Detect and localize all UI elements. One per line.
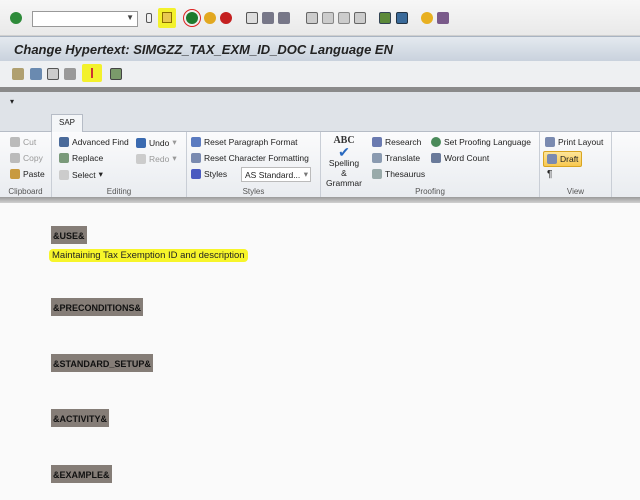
hierarchy-icon[interactable] [64,68,76,80]
spelling-grammar-button[interactable]: ABC ✔ Spelling & Grammar [325,135,363,188]
proofing-group: ABC ✔ Spelling & Grammar Research Transl… [321,132,540,198]
system-toolbar: ▼ [0,0,640,36]
cancel-icon[interactable] [220,12,232,24]
section-tag-example: &EXAMPLE& [51,465,112,483]
cut-button[interactable]: Cut [10,137,36,147]
collapse-icon[interactable] [146,13,152,23]
undo-button[interactable]: Undo ▾ [136,137,177,148]
styles-group: Reset Paragraph Format Reset Character F… [187,132,321,198]
select-button[interactable]: Select ▾ [59,169,103,180]
proofing-label: Proofing [415,187,445,196]
section-tag-activity: &ACTIVITY& [51,409,109,427]
reset-paragraph-format-button[interactable]: Reset Paragraph Format [191,137,298,147]
binoculars-icon [59,137,69,147]
character-reset-icon [191,153,201,163]
clipboard-group: Cut Copy Paste Clipboard [0,132,52,198]
document-icon[interactable] [47,68,59,80]
thesaurus-button[interactable]: Thesaurus [372,169,425,179]
section-tag-preconditions: &PRECONDITIONS& [51,298,144,316]
paste-button[interactable]: Paste [10,169,45,179]
view-label: View [566,187,585,196]
use-text: Maintaining Tax Exemption ID and descrip… [49,249,248,262]
print-icon[interactable] [246,12,258,24]
tab-sap[interactable]: SAP [51,114,83,132]
new-session-icon[interactable] [379,12,391,24]
research-button[interactable]: Research [372,137,421,147]
redo-icon [136,153,146,164]
print-layout-button[interactable]: Print Layout [545,137,603,147]
ribbon-tabs [0,112,640,131]
paste-icon [10,169,20,179]
paragraph-reset-icon [191,137,201,147]
application-toolbar [0,61,640,87]
replace-button[interactable]: Replace [59,153,103,163]
copy-button[interactable]: Copy [10,153,43,163]
quick-access-toolbar: ▾ [0,92,640,112]
last-page-icon[interactable] [354,12,366,24]
checkmark-icon: ✔ [338,144,350,160]
replace-icon [59,153,69,163]
thesaurus-icon [372,169,382,179]
command-field[interactable]: ▼ [32,11,138,27]
activate-icon[interactable] [82,64,102,82]
reset-character-formatting-button[interactable]: Reset Character Formatting [191,153,309,163]
advanced-find-button[interactable]: Advanced Find [59,137,129,147]
help-icon[interactable] [421,12,433,24]
find-icon[interactable] [262,12,274,24]
translate-button[interactable]: Translate [372,153,420,163]
ribbon: Cut Copy Paste Clipboard Advanced Find R… [0,131,640,198]
styles-label: Styles [242,187,265,196]
next-page-icon[interactable] [338,12,350,24]
shortcut-icon[interactable] [396,12,408,24]
styles-icon [191,169,201,179]
draft-button[interactable]: Draft [543,151,583,167]
insert-icon[interactable] [110,68,122,80]
style-select[interactable]: AS Standard... ▾ [241,167,311,182]
research-icon [372,137,382,147]
word-count-icon [431,153,441,163]
globe-icon [431,137,441,147]
layout-icon[interactable] [437,12,449,24]
prev-page-icon[interactable] [322,12,334,24]
styles-button[interactable]: Styles [191,169,227,179]
chevron-down-icon[interactable]: ▼ [126,13,134,22]
page-title: Change Hypertext: SIMGZZ_TAX_EXM_ID_DOC … [14,42,393,57]
section-tag-standard-setup: &STANDARD_SETUP& [51,354,153,372]
first-page-icon[interactable] [306,12,318,24]
set-proofing-language-button[interactable]: Set Proofing Language [431,137,531,147]
show-formatting-button[interactable]: ¶ [547,169,552,180]
copy-icon [10,153,20,163]
save-icon[interactable] [158,8,176,28]
undo-icon [136,137,146,148]
translate-icon [372,153,382,163]
exit-icon[interactable] [204,12,216,24]
title-bar: Change Hypertext: SIMGZZ_TAX_EXM_ID_DOC … [0,36,640,61]
view-group: Print Layout Draft ¶ View [540,132,612,198]
find-next-icon[interactable] [278,12,290,24]
scissors-icon [10,137,20,147]
document-area[interactable] [0,203,640,500]
display-change-icon[interactable] [30,68,42,80]
redo-button[interactable]: Redo ▾ [136,153,177,164]
back-icon[interactable] [183,9,201,27]
cursor-icon [59,169,69,180]
edit-icon[interactable] [12,68,24,80]
enter-icon[interactable] [10,12,22,24]
clipboard-label: Clipboard [8,187,43,196]
chevron-down-icon: ▾ [303,169,308,179]
editing-label: Editing [106,187,132,196]
print-layout-icon [545,137,555,147]
draft-icon [547,154,557,164]
word-count-button[interactable]: Word Count [431,153,489,163]
section-tag-use: &USE& [51,226,87,244]
editing-group: Advanced Find Replace Select ▾ Undo ▾ Redo… [52,132,187,198]
customize-icon[interactable]: ▾ [10,97,14,106]
